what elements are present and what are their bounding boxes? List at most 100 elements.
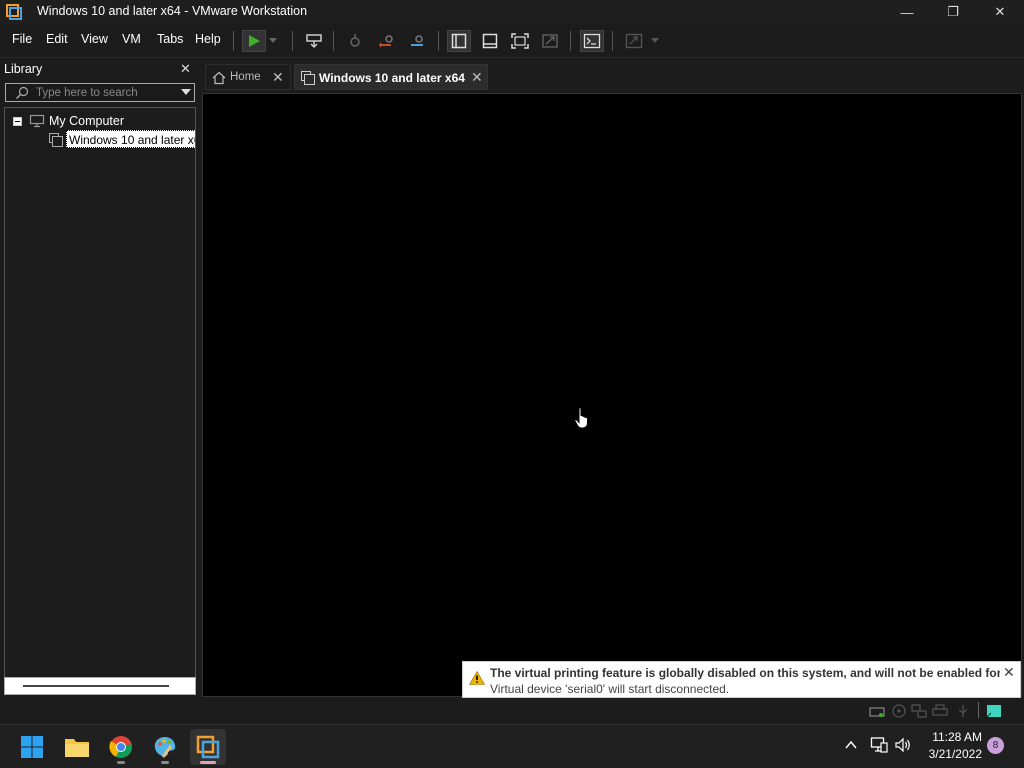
- tab-vm[interactable]: Windows 10 and later x64 ✕: [294, 64, 488, 90]
- taskbar-vmware-workstation[interactable]: [190, 729, 226, 765]
- volume-icon[interactable]: [894, 736, 912, 754]
- usb-icon[interactable]: [955, 704, 971, 718]
- notification-close-button[interactable]: ✕: [1003, 664, 1015, 681]
- message-log-icon[interactable]: [986, 704, 1002, 718]
- taskbar-clock[interactable]: 11:28 AM 3/21/2022: [918, 729, 982, 763]
- thumbnail-bar-icon: [482, 33, 498, 49]
- library-close-button[interactable]: ✕: [180, 61, 191, 77]
- search-dropdown-icon[interactable]: [181, 89, 191, 95]
- restore-button[interactable]: ❐: [930, 0, 976, 24]
- take-snapshot-icon: [350, 34, 360, 47]
- stretch-guest-icon: [625, 33, 643, 49]
- home-icon: [212, 71, 226, 85]
- minimize-button[interactable]: —: [884, 0, 930, 24]
- take-snapshot-button[interactable]: [343, 30, 367, 52]
- send-ctrl-alt-del-button[interactable]: [302, 30, 326, 52]
- toolbar-separator: [333, 31, 334, 51]
- tree-collapse-toggle[interactable]: [13, 117, 22, 126]
- running-indicator: [200, 761, 216, 764]
- library-search-box: [5, 83, 195, 102]
- show-library-button[interactable]: [447, 30, 471, 52]
- full-screen-button[interactable]: [508, 30, 532, 52]
- snapshot-manager-icon: [411, 35, 423, 46]
- show-hidden-icons-chevron-up-icon[interactable]: [843, 737, 859, 753]
- chevron-down-icon: [269, 38, 277, 43]
- search-icon: [16, 86, 29, 99]
- start-button[interactable]: [14, 729, 50, 765]
- vmware-workstation-icon: [196, 735, 220, 759]
- tab-home[interactable]: Home ✕: [205, 64, 291, 90]
- menu-bar: File Edit View VM Tabs Help: [0, 24, 1024, 58]
- virtual-machine-icon: [49, 133, 63, 147]
- menu-file[interactable]: File: [12, 32, 32, 46]
- revert-snapshot-button[interactable]: [375, 30, 399, 52]
- status-separator: [978, 702, 979, 718]
- printer-icon[interactable]: [932, 704, 948, 718]
- tree-item-vm[interactable]: Windows 10 and later x64: [66, 130, 195, 148]
- tab-home-label: Home: [230, 71, 261, 83]
- unity-icon: [542, 34, 558, 48]
- console-view-button[interactable]: [580, 30, 604, 52]
- library-title: Library: [4, 62, 43, 76]
- stretch-dropdown-button[interactable]: [648, 30, 662, 52]
- window-title: Windows 10 and later x64 - VMware Workst…: [37, 4, 308, 18]
- notification-bar: The virtual printing feature is globally…: [462, 661, 1021, 698]
- notification-message: Virtual device 'serial0' will start disc…: [490, 682, 730, 696]
- power-on-icon: [249, 35, 260, 47]
- vmware-logo-icon: [6, 4, 22, 20]
- power-on-button[interactable]: [242, 30, 266, 52]
- notification-center-badge[interactable]: 8: [987, 737, 1004, 754]
- menu-view[interactable]: View: [81, 32, 108, 46]
- toolbar-separator: [233, 31, 234, 51]
- tab-strip: Home ✕ Windows 10 and later x64 ✕: [200, 58, 1024, 94]
- hand-cursor-icon: [574, 407, 588, 429]
- running-indicator: [117, 761, 125, 764]
- library-tree: My Computer Windows 10 and later x64: [4, 107, 196, 679]
- power-dropdown-button[interactable]: [266, 30, 280, 52]
- scrollbar-thumb[interactable]: [23, 685, 169, 687]
- clock-date: 3/21/2022: [928, 747, 982, 761]
- taskbar-file-explorer[interactable]: [59, 729, 95, 765]
- console-view-icon: [583, 33, 601, 49]
- tab-vm-close-button[interactable]: ✕: [471, 69, 483, 86]
- main-area: Home ✕ Windows 10 and later x64 ✕ The vi…: [200, 58, 1024, 698]
- virtual-machine-icon: [301, 71, 315, 85]
- unity-button[interactable]: [538, 30, 562, 52]
- chrome-icon: [109, 736, 132, 758]
- library-search-input[interactable]: [36, 85, 176, 100]
- menu-help[interactable]: Help: [195, 32, 221, 46]
- computer-icon: [29, 114, 45, 128]
- toolbar-separator: [438, 31, 439, 51]
- taskbar-paint[interactable]: [147, 729, 183, 765]
- menu-edit[interactable]: Edit: [46, 32, 68, 46]
- title-bar: Windows 10 and later x64 - VMware Workst…: [0, 0, 1024, 24]
- snapshot-manager-button[interactable]: [405, 30, 429, 52]
- stretch-guest-button[interactable]: [622, 30, 646, 52]
- library-panel: Library ✕ My Computer Windows 10 and lat…: [0, 58, 200, 698]
- close-button[interactable]: ✕: [977, 0, 1023, 24]
- status-bar: [0, 698, 1024, 724]
- cd-dvd-icon[interactable]: [891, 704, 907, 718]
- menu-vm[interactable]: VM: [122, 32, 141, 46]
- toolbar-separator: [292, 31, 293, 51]
- network-icon[interactable]: [870, 736, 888, 754]
- tree-item-my-computer[interactable]: My Computer: [49, 114, 124, 128]
- thumbnail-bar-button[interactable]: [478, 30, 502, 52]
- toolbar-separator: [570, 31, 571, 51]
- taskbar-chrome[interactable]: [103, 729, 139, 765]
- toolbar-separator: [612, 31, 613, 51]
- clock-time: 11:28 AM: [932, 730, 982, 744]
- full-screen-icon: [511, 33, 529, 49]
- warning-icon: [469, 671, 485, 685]
- tab-home-close-button[interactable]: ✕: [272, 69, 284, 86]
- running-indicator: [161, 761, 169, 764]
- windows-taskbar: 11:28 AM 3/21/2022 8: [0, 724, 1024, 768]
- notification-title: The virtual printing feature is globally…: [490, 666, 1000, 680]
- file-explorer-icon: [65, 739, 89, 757]
- show-library-icon: [451, 33, 467, 49]
- vm-console-screen[interactable]: The virtual printing feature is globally…: [202, 93, 1022, 698]
- library-horizontal-scrollbar[interactable]: [4, 677, 196, 695]
- menu-tabs[interactable]: Tabs: [157, 32, 183, 46]
- hard-disk-icon[interactable]: [869, 704, 885, 718]
- network-adapter-icon[interactable]: [911, 704, 927, 718]
